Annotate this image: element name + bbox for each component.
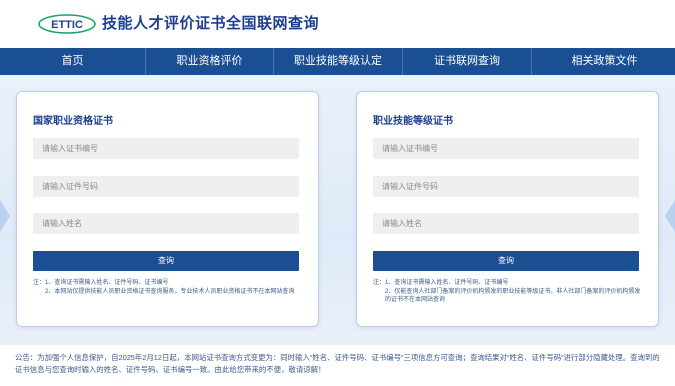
main-nav: 首页 职业资格评价 职业技能等级认定 证书联网查询 相关政策文件 — [0, 48, 675, 75]
id-number-input[interactable] — [373, 176, 639, 197]
svg-text:ETTIC: ETTIC — [51, 19, 83, 31]
site-title: 技能人才评价证书全国联网查询 — [102, 15, 320, 32]
nav-home[interactable]: 首页 — [0, 48, 145, 75]
nav-skill-level-certification[interactable]: 职业技能等级认定 — [273, 48, 402, 75]
nav-certificate-query[interactable]: 证书联网查询 — [402, 48, 531, 75]
card-title: 职业技能等级证书 — [373, 116, 453, 127]
id-number-input[interactable] — [33, 176, 299, 197]
nav-policy-documents[interactable]: 相关政策文件 — [531, 48, 675, 75]
note-item: 2、本网站仅提供技能人员职业资格证书查询服务，专业技术人员职业资格证书不在本网站… — [45, 288, 295, 295]
right-arrow-icon[interactable] — [665, 200, 675, 232]
certificate-number-input[interactable] — [33, 138, 299, 159]
name-input[interactable] — [373, 213, 639, 234]
ettic-logo[interactable]: ETTIC — [38, 14, 96, 34]
nav-vocational-qualification[interactable]: 职业资格评价 — [145, 48, 273, 75]
query-button[interactable]: 查询 — [373, 251, 639, 271]
name-input[interactable] — [33, 213, 299, 234]
vocational-qualification-card: 国家职业资格证书 查询 注：1、查询证书需输入姓名、证件号码、证书编号 2、本网… — [16, 91, 319, 327]
notes: 注： 1、查询证书需输入姓名、证件号码、证书编号 2、仅能查询人社部门备案的评价机… — [373, 279, 643, 305]
query-button[interactable]: 查询 — [33, 251, 299, 271]
skill-level-card: 职业技能等级证书 查询 注：1、查询证书需输入姓名、证件号码、证书编号 2、仅能… — [356, 91, 659, 327]
note-item: 2、仅能查询人社部门备案的评价机构颁发的职业技能等级证书，非人社部门备案的评价机… — [385, 288, 641, 304]
note-item: 1、查询证书需输入姓名、证件号码、证书编号 — [385, 280, 509, 286]
site-header: ETTIC 技能人才评价证书全国联网查询 — [0, 0, 675, 48]
notes: 注： 1、查询证书需输入姓名、证件号码、证书编号 2、本网站仅提供技能人员职业资格… — [33, 280, 295, 295]
announcement-bar: 公告：为加强个人信息保护，自2025年2月12日起，本网站证书查询方式变更为：同… — [0, 345, 675, 386]
left-arrow-icon[interactable] — [0, 200, 10, 232]
certificate-number-input[interactable] — [373, 138, 639, 159]
announcement-text: 公告：为加强个人信息保护，自2025年2月12日起，本网站证书查询方式变更为：同… — [15, 353, 660, 374]
note-item: 1、查询证书需输入姓名、证件号码、证书编号 — [45, 280, 169, 286]
card-title: 国家职业资格证书 — [33, 116, 113, 127]
